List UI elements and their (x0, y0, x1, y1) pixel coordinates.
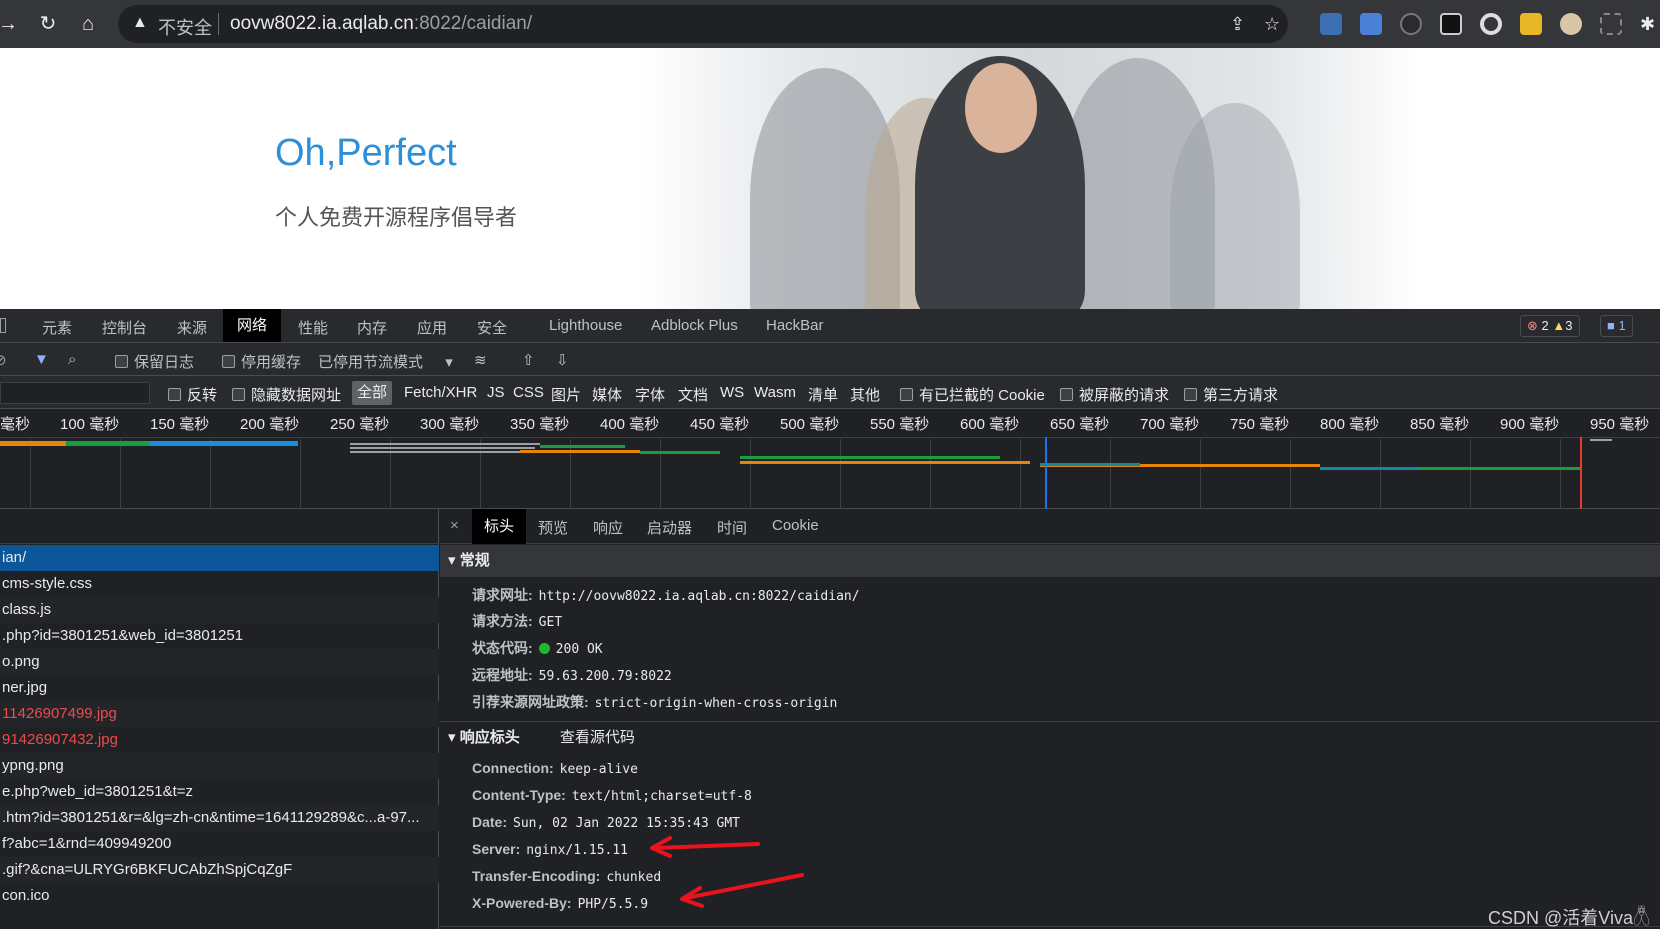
annotation-overlay (650, 836, 804, 908)
annotation-arrow-powered-by (684, 873, 804, 900)
watermark: CSDN @活着Viva𓆦 (1488, 908, 1650, 928)
annotation-arrow-server (654, 842, 760, 850)
